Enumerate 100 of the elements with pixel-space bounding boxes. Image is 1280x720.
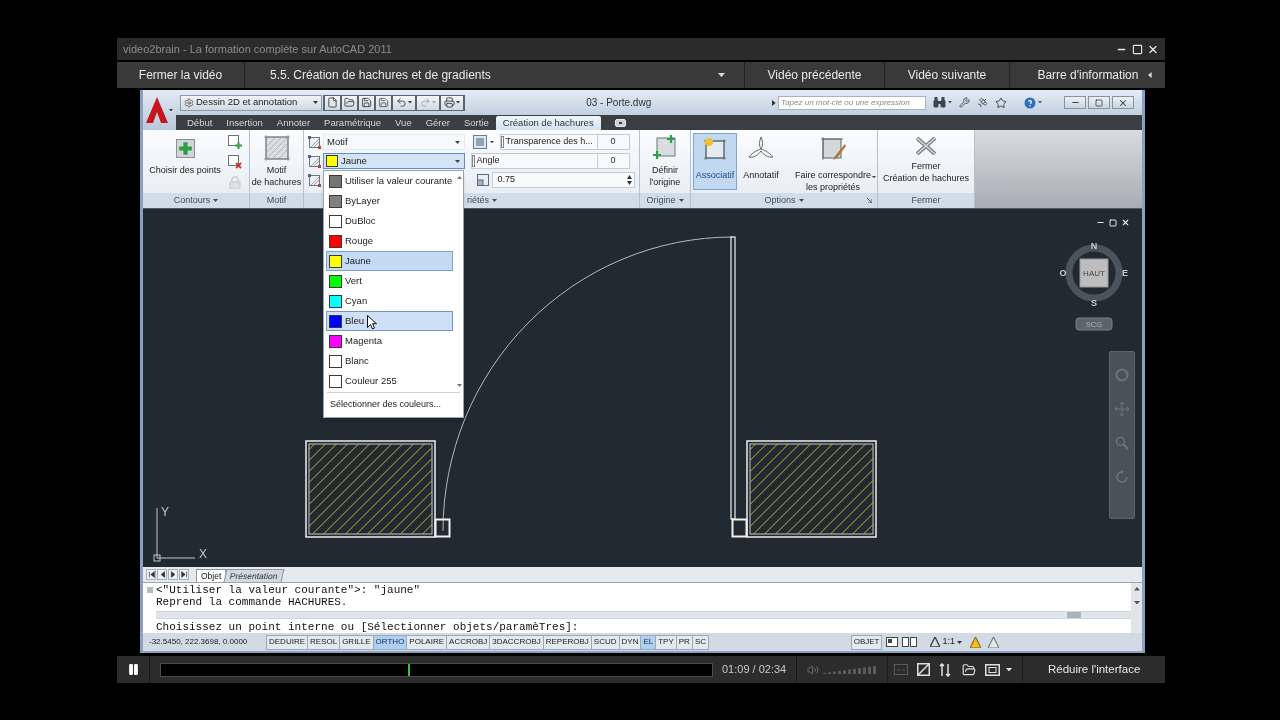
pattern-type-dropdown[interactable]: Motif [323,134,465,150]
layout-scroll-button[interactable] [146,569,156,580]
ribbon-tab[interactable]: Début [180,116,220,130]
communication-button[interactable] [977,97,988,108]
ribbon-tab[interactable]: Insertion [219,116,270,130]
background-color-button[interactable] [472,135,494,149]
next-video-button[interactable]: Vidéo suivante [885,62,1010,88]
previous-video-button[interactable]: Vidéo précédente [745,62,885,88]
hatch-pattern-button[interactable]: Motif de hachures [250,130,303,193]
gear-icon [184,97,194,108]
chapter-dropdown[interactable]: 5.5. Création de hachures et de gradients [245,62,745,88]
app-menu-button[interactable] [143,90,176,130]
angle-value-field[interactable]: 0 [597,153,630,169]
subscription-button[interactable] [959,97,970,108]
set-origin-button[interactable]: Définir l'origine [640,130,690,193]
redo-button[interactable] [417,95,439,110]
slider-thumb[interactable] [500,136,504,148]
command-window[interactable]: <"Utiliser la valeur courante">: "jaune" Reprend la commande HACHURES. Choisissez un point interne ou [Sélectionner objets/paramèTres]: [143,582,1142,633]
layout-scroll-button[interactable] [157,569,167,580]
option-toggle-button[interactable]: Faire correspondre les propriétés [788,133,878,190]
ribbon-tab[interactable]: Sortie [456,116,496,130]
favorites-button[interactable] [995,96,1007,109]
status-toggle[interactable]: DEDUIRE [266,634,308,650]
transparency-value-field[interactable]: 0 [597,134,630,150]
save-as-button[interactable] [376,95,391,110]
close-button[interactable] [1147,43,1159,55]
status-toggle[interactable]: TPY [655,634,677,650]
status-toggle[interactable]: POLAIRE [406,634,448,650]
color-option[interactable]: Vert [326,271,454,291]
layout-tab[interactable]: Objet [196,569,227,582]
compass-ring[interactable] [1065,244,1123,302]
scale-field[interactable]: 0.75 [491,172,635,188]
open-button[interactable] [342,95,357,110]
triangle-icon [930,637,941,647]
aspect-button[interactable] [917,663,931,676]
help-button[interactable] [1024,96,1042,109]
viewport-restore-button[interactable] [1109,218,1117,227]
ribbon-tab[interactable]: Annoter [269,116,318,130]
close-video-button[interactable]: Fermer la vidéo [117,62,245,88]
viewports-button[interactable] [901,634,919,650]
close-button[interactable] [1112,96,1134,109]
collapse-interface-button[interactable]: Réduire l'interface [1023,656,1165,683]
add-frame-button[interactable] [227,134,243,150]
color-option[interactable]: ByLayer [326,191,454,211]
maximize-button[interactable] [1131,43,1143,55]
viewport-close-button[interactable] [1121,218,1130,227]
layout-view-button[interactable] [884,634,900,650]
color-dropdown[interactable]: Jaune [323,153,465,169]
info-center-button[interactable] [933,97,952,108]
layout-tab[interactable]: Présentation [223,569,285,582]
save-button[interactable] [359,95,374,110]
compass-label: E [1122,268,1128,278]
restore-button[interactable] [1088,96,1110,109]
option-toggle-button[interactable]: Annotatif [739,133,783,190]
slider-thumb[interactable] [471,155,475,167]
ribbon-tab[interactable]: Création de hachures [495,116,601,130]
pick-points-button[interactable]: Choisir des points [143,130,227,193]
angle-slider[interactable]: Angle [470,153,598,169]
color-option[interactable]: Blanc [326,351,454,371]
color-option[interactable]: DuBloc [326,211,454,231]
status-toggle[interactable]: GRILLE [339,634,374,650]
color-option[interactable]: Bleu [326,311,454,331]
ribbon-tab[interactable]: Paramétrique [317,116,389,130]
new-file-button[interactable] [325,95,340,110]
status-toggle[interactable]: ACCROBJ [446,634,491,650]
color-option[interactable]: Couleur 255 [326,371,454,391]
print-button[interactable] [441,95,463,110]
option-toggle-button[interactable]: Associatif [693,133,737,190]
color-option[interactable]: Magenta [326,331,454,351]
status-toggle[interactable]: RESOL [307,634,341,650]
progress-playhead[interactable] [407,663,410,676]
annotation-visibility-button[interactable] [968,635,982,649]
transparency-slider[interactable]: Transparence des h... [499,134,598,150]
status-toggle[interactable]: EL [640,634,657,650]
color-option[interactable]: Rouge [326,231,454,251]
color-option[interactable]: Utiliser la valeur courante [326,171,454,191]
progress-track[interactable] [160,662,713,677]
undo-button[interactable] [393,95,415,110]
ribbon-toggle-button[interactable] [614,119,626,127]
ribbon-tab[interactable]: Gérer [418,116,457,130]
space-toggle[interactable]: OBJET [850,634,883,650]
status-toggle[interactable]: REPEROBJ [542,634,592,650]
annotation-scale-button[interactable]: 1:1 [930,634,962,650]
workspace-dropdown[interactable]: Dessin 2D et annotation [180,94,322,111]
color-option[interactable]: Jaune [326,251,454,271]
remove-frame-button[interactable] [227,154,243,170]
layout-scroll-button[interactable] [179,569,189,580]
sort-button[interactable] [939,662,954,677]
status-toggle[interactable]: SCUD [590,634,620,650]
open-file-button[interactable] [962,662,977,677]
close-hatch-button[interactable]: Fermer Création de hachures [878,130,974,193]
status-toggle[interactable]: 3DACCROBJ [489,634,544,650]
color-option[interactable]: Cyan [326,291,454,311]
ribbon-tab[interactable]: Vue [388,116,419,130]
fullscreen-button[interactable] [985,663,1013,676]
layout-scroll-button[interactable] [168,569,178,580]
search-field[interactable]: Tapez un mot-clé ou une expression [778,95,926,110]
auto-scale-button[interactable] [986,635,1000,649]
info-bar-button[interactable]: Barre d'information [1010,62,1165,88]
select-colors-option[interactable]: Sélectionner des couleurs... [324,393,463,416]
